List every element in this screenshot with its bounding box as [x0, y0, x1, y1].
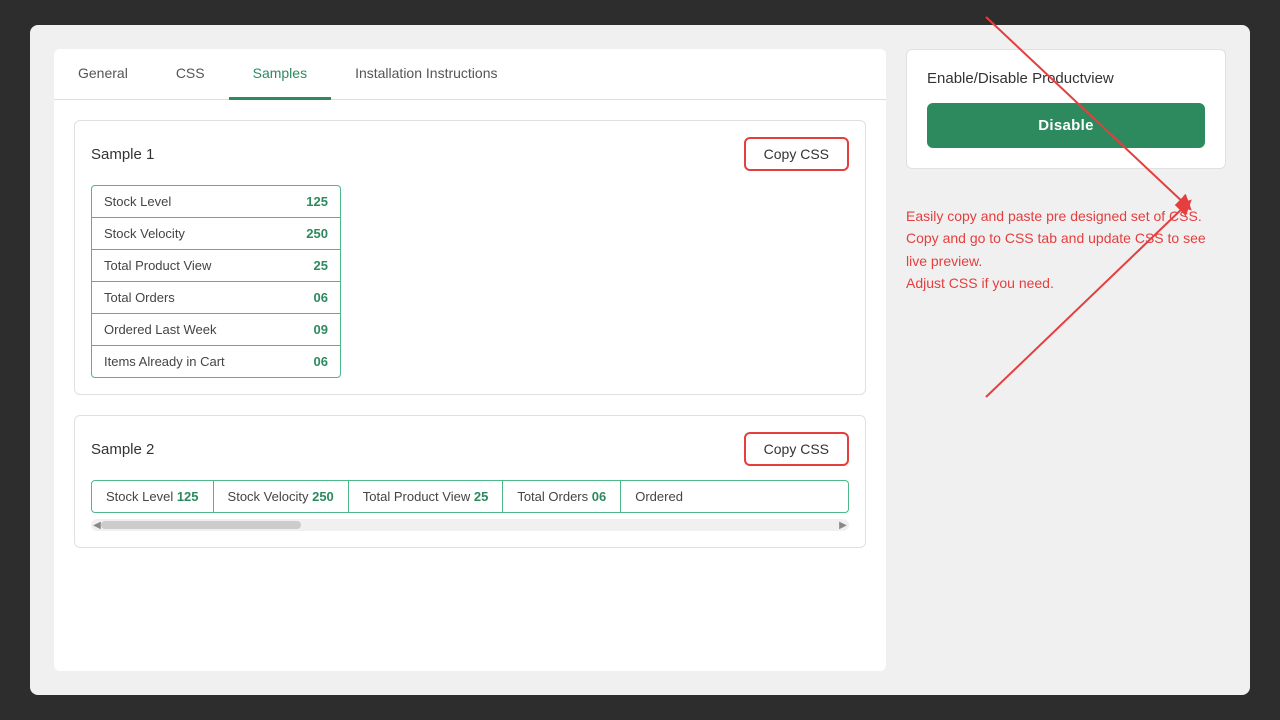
enable-disable-card: Enable/Disable Productview Disable — [906, 49, 1226, 169]
scroll-right-icon[interactable]: ▶ — [837, 519, 849, 531]
ordered-last-week-value: 09 — [314, 322, 328, 337]
disable-button[interactable]: Disable — [927, 103, 1205, 148]
sample2-scroll-container[interactable]: Stock Level 125 Stock Velocity 250 Total… — [91, 480, 849, 531]
enable-disable-title: Enable/Disable Productview — [927, 70, 1205, 87]
scrollbar-thumb[interactable] — [101, 521, 301, 529]
scrollbar-area[interactable]: ◀ ▶ — [91, 519, 849, 531]
total-orders-label: Total Orders — [104, 290, 175, 305]
sample2-header: Sample 2 Copy CSS — [91, 432, 849, 466]
table-row: Stock Level 125 — [92, 186, 340, 218]
sample1-title: Sample 1 — [91, 146, 154, 163]
total-orders-value: 06 — [314, 290, 328, 305]
sample2-section: Sample 2 Copy CSS Stock Level 125 Stock … — [74, 415, 866, 548]
items-in-cart-value: 06 — [314, 354, 328, 369]
total-product-view-value: 25 — [314, 258, 328, 273]
tab-samples[interactable]: Samples — [229, 49, 331, 100]
table-row: Ordered — [621, 481, 697, 512]
s2-total-orders-label: Total Orders — [517, 489, 588, 504]
table-row: Stock Velocity 250 — [92, 218, 340, 250]
main-panel: General CSS Samples Installation Instruc… — [54, 49, 886, 671]
s2-ordered-label: Ordered — [635, 489, 683, 504]
tab-installation[interactable]: Installation Instructions — [331, 49, 521, 100]
table-row: Stock Level 125 — [92, 481, 214, 512]
sample2-table: Stock Level 125 Stock Velocity 250 Total… — [91, 480, 849, 513]
main-content: Sample 1 Copy CSS Stock Level 125 Stock … — [54, 100, 886, 588]
stock-level-value: 125 — [306, 194, 328, 209]
table-row: Items Already in Cart 06 — [92, 346, 340, 377]
table-row: Ordered Last Week 09 — [92, 314, 340, 346]
items-in-cart-label: Items Already in Cart — [104, 354, 225, 369]
s2-stock-velocity-label: Stock Velocity — [228, 489, 309, 504]
sample1-header: Sample 1 Copy CSS — [91, 137, 849, 171]
annotation-area: Easily copy and paste pre designed set o… — [906, 185, 1226, 315]
s2-stock-velocity-value: 250 — [312, 489, 334, 504]
s2-stock-level-label: Stock Level — [106, 489, 173, 504]
s2-stock-level-value: 125 — [177, 489, 199, 504]
annotation-text: Easily copy and paste pre designed set o… — [906, 195, 1226, 305]
table-row: Total Product View 25 — [349, 481, 504, 512]
table-row: Total Orders 06 — [92, 282, 340, 314]
tab-css[interactable]: CSS — [152, 49, 229, 100]
stock-velocity-label: Stock Velocity — [104, 226, 185, 241]
total-product-view-label: Total Product View — [104, 258, 211, 273]
stock-level-label: Stock Level — [104, 194, 171, 209]
sample1-section: Sample 1 Copy CSS Stock Level 125 Stock … — [74, 120, 866, 395]
s2-total-product-view-value: 25 — [474, 489, 488, 504]
right-panel: Enable/Disable Productview Disable — [906, 49, 1226, 671]
tab-general[interactable]: General — [54, 49, 152, 100]
stock-velocity-value: 250 — [306, 226, 328, 241]
ordered-last-week-label: Ordered Last Week — [104, 322, 216, 337]
sample1-copy-css-button[interactable]: Copy CSS — [744, 137, 849, 171]
table-row: Total Product View 25 — [92, 250, 340, 282]
sample2-copy-css-button[interactable]: Copy CSS — [744, 432, 849, 466]
sample2-title: Sample 2 — [91, 441, 154, 458]
table-row: Total Orders 06 — [503, 481, 621, 512]
tabs-container: General CSS Samples Installation Instruc… — [54, 49, 886, 100]
sample1-table: Stock Level 125 Stock Velocity 250 Total… — [91, 185, 341, 378]
s2-total-orders-value: 06 — [592, 489, 606, 504]
s2-total-product-view-label: Total Product View — [363, 489, 470, 504]
table-row: Stock Velocity 250 — [214, 481, 349, 512]
